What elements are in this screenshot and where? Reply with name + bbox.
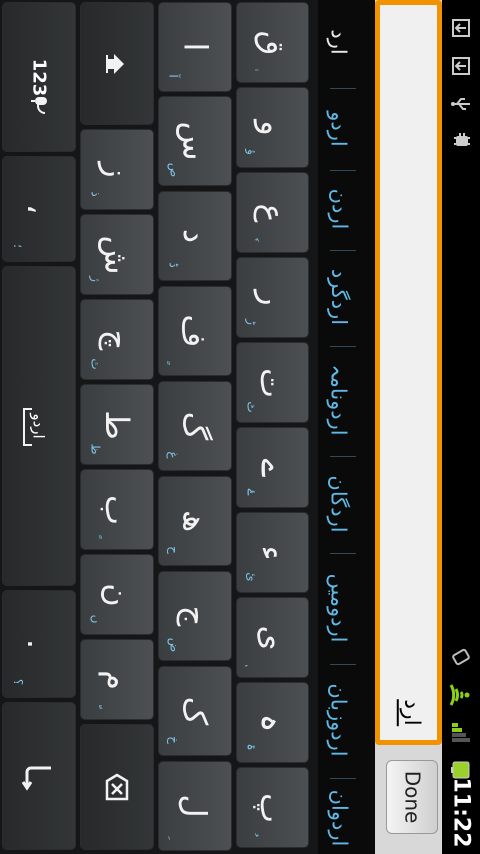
candidate-word[interactable]: اردوزبان — [318, 668, 360, 772]
text-input[interactable] — [375, 0, 442, 745]
key-noon[interactable]: نں — [80, 554, 154, 635]
key-yeh[interactable]: یٖ — [236, 597, 309, 678]
candidate-divider — [330, 346, 356, 347]
keyboard: قٰ وؤ عٗ رڑ تٹ ےۓ ءئ یٖ ہۃ پُ اآ سص دڈ ف… — [0, 0, 318, 854]
candidate-word[interactable]: اردگان — [318, 462, 360, 546]
wifi-icon — [442, 678, 480, 712]
key-peh[interactable]: پُ — [236, 767, 309, 848]
candidate-divider — [330, 664, 356, 665]
enter-icon — [3, 703, 75, 849]
key-comma[interactable]: ، ؛ — [2, 156, 76, 262]
key-kaf[interactable]: کخ — [158, 666, 232, 756]
key-qaf[interactable]: قٰ — [236, 2, 309, 83]
space-bar-icon — [20, 407, 34, 451]
vibrate-icon — [442, 640, 480, 674]
candidate-divider — [330, 553, 356, 554]
key-toe[interactable]: طظ — [80, 384, 154, 465]
key-cheh[interactable]: چث — [80, 299, 154, 380]
candidate-word[interactable]: اردگرد — [318, 256, 360, 338]
key-period[interactable]: . ؟ — [2, 590, 76, 698]
key-heh[interactable]: ہۃ — [236, 682, 309, 763]
candidate-word[interactable]: اردومیں — [318, 558, 360, 658]
key-lam[interactable]: لِ — [158, 761, 232, 851]
key-gaf[interactable]: گغ — [158, 381, 232, 471]
notification-upload-icon[interactable] — [442, 14, 480, 42]
candidate-word[interactable]: اردوان — [318, 782, 360, 854]
clock-text: 11:22 — [448, 776, 474, 848]
microphone-icon — [29, 95, 51, 121]
key-waw[interactable]: وؤ — [236, 87, 309, 168]
candidate-word[interactable]: اردونامہ — [318, 352, 360, 448]
key-jeem[interactable]: جض — [158, 571, 232, 661]
key-reh[interactable]: رڑ — [236, 257, 309, 338]
shift-icon — [81, 3, 153, 124]
backspace-icon — [81, 725, 153, 849]
done-button[interactable]: Done — [386, 760, 438, 834]
key-zain[interactable]: زذ — [80, 129, 154, 210]
space-key[interactable]: اردو — [2, 266, 76, 586]
usb-icon — [442, 90, 480, 118]
key-barree-yeh[interactable]: ےۓ — [236, 427, 309, 508]
status-bar: 11:22 — [442, 0, 480, 854]
candidate-word[interactable]: ارد — [318, 10, 360, 74]
text-input-value: ارد — [396, 698, 424, 726]
candidate-divider — [330, 250, 356, 251]
key-ain[interactable]: عٗ — [236, 172, 309, 253]
key-sheen[interactable]: شژ — [80, 214, 154, 295]
key-meem[interactable]: مّ — [80, 639, 154, 720]
signal-icon — [442, 716, 480, 750]
debug-icon — [442, 126, 480, 156]
key-do-chashmi-heh[interactable]: ھح — [158, 476, 232, 566]
shift-key[interactable] — [80, 2, 154, 125]
candidate-word[interactable]: اردن — [318, 176, 360, 242]
key-seen[interactable]: سص — [158, 96, 232, 186]
key-dal[interactable]: دڈ — [158, 191, 232, 281]
notification-upload-icon[interactable] — [442, 52, 480, 80]
enter-key[interactable] — [2, 702, 76, 850]
key-beh[interactable]: بً — [80, 469, 154, 550]
symbols-label: 123 — [28, 58, 50, 96]
candidate-word[interactable]: اردو — [318, 94, 360, 164]
key-feh[interactable]: فٍ — [158, 286, 232, 376]
candidate-divider — [330, 778, 356, 779]
candidate-divider — [330, 88, 356, 89]
key-hamza[interactable]: ءئ — [236, 512, 309, 593]
candidate-divider — [330, 170, 356, 171]
backspace-key[interactable] — [80, 724, 154, 850]
key-alef[interactable]: اآ — [158, 2, 232, 92]
candidate-divider — [330, 456, 356, 457]
key-teh[interactable]: تٹ — [236, 342, 309, 423]
clock: 11:22 — [442, 770, 480, 854]
symbols-key[interactable]: 123 — [2, 2, 76, 152]
